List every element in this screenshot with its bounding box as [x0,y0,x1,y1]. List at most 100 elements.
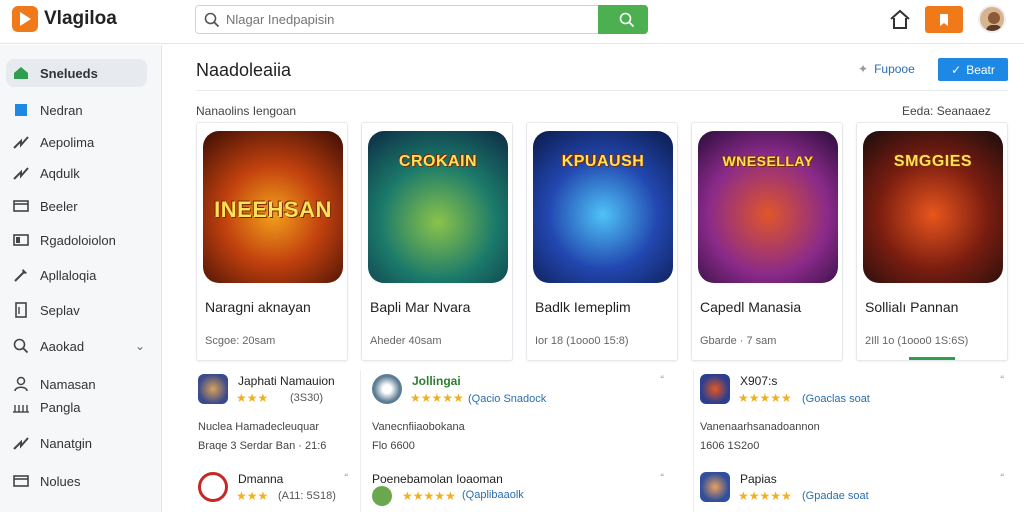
list-item-desc2: 1606 1S2o0 [700,440,760,452]
search-icon [12,337,30,355]
search-icon [619,12,635,27]
square-icon [12,101,30,119]
sidebar-item-label: Aepolima [40,134,95,150]
rating-stars: ★★★ [236,391,269,405]
list-item-desc: Vanenaarhsanadoannon [700,421,820,433]
search-input[interactable] [226,12,586,27]
game-card[interactable]: KPUAUSH Badlk Iemeplim Ior 18 (1ooo0 15:… [526,122,678,361]
list-item[interactable]: Japhati Namauion ★★★ (3S30) Nuclea Hamad… [198,374,348,452]
rating-stars: ★★★★★ [738,489,792,503]
rating-stars: ★★★★★ [410,391,464,405]
list-item[interactable]: Poenebamolan Ioaoman ★★★★★ (Qaplibaaolk … [372,472,672,512]
sidebar-item-4[interactable]: Beeler [6,192,147,220]
sidebar-item-label: Beeler [40,198,78,214]
list-item-desc2: Braqe 3 Serdar Ban · 21:6 [198,440,327,452]
game-art: CROKAIN [368,131,508,283]
game-icon [700,472,730,502]
game-name: Capedl Manasia [700,299,802,315]
section-label: Nanaolins Iengoan [196,104,297,118]
sidebar-item-label: Pangla [40,399,81,415]
app-logo[interactable]: Vlagiloa [12,6,117,32]
sidebar-item-label: Nolues [40,473,81,489]
progress-indicator [909,357,955,360]
list-item-meta: (3S30) [290,392,324,404]
filter-label: Fupooe [874,62,915,76]
game-card[interactable]: INEEHSAN Naragni aknayan Scgoe: 20sam [196,122,348,361]
bookmark-icon [940,13,948,26]
page-title: Naadoleaiia [196,60,292,80]
list-item-meta: (Goaclas soat [802,393,870,405]
sidebar-item-label: Nedran [40,102,83,118]
more-icon[interactable]: “ [660,472,664,484]
list-item[interactable]: Dmanna ★★★ (A11: 5S18) “ [198,472,348,512]
game-art-title: INEEHSAN [214,197,332,222]
list-item[interactable]: Papias ★★★★★ (Gpadae soat “ [700,472,1004,512]
search-icon [204,12,220,27]
list-item[interactable]: Jollingai ★★★★★ (Qacio Snadock Vanecnfii… [372,374,672,452]
more-icon[interactable]: “ [660,374,664,386]
list-item[interactable]: X907:s ★★★★★ (Goaclas soat Vanenaarhsana… [700,374,1004,452]
sidebar: Snelueds Nedran Aepolima Aqdulk Beeler R… [0,45,162,512]
sidebar-item-1[interactable]: Nedran [6,96,147,124]
notification-button[interactable] [925,6,963,33]
top-bar: Vlagiloa [0,0,1024,44]
game-card[interactable]: SMGGIES Sollialı Pannan 2Ill 1o (1ooo0 1… [856,122,1008,361]
chevron-down-icon[interactable]: ⌄ [135,339,145,353]
game-art-title: SMGGIES [893,153,973,170]
sidebar-item-11[interactable]: Nanatgin [6,429,147,457]
list-item-meta: (Qaplibaaolk [462,489,524,501]
sidebar-item-6[interactable]: Apllaloqia [6,261,147,289]
sidebar-item-7[interactable]: Seplav [6,296,147,324]
game-art: INEEHSAN [203,131,343,283]
avatar[interactable] [978,5,1006,33]
sidebar-item-8[interactable]: Aaokad ⌄ [6,332,147,360]
list-item-title: Poenebamolan Ioaoman [372,472,503,486]
arrow-icon [12,164,30,182]
list-item-meta: (A11: 5S18) [278,490,336,502]
game-art-title: KPUAUSH [561,153,645,170]
game-art-title: CROKAIN [398,153,478,170]
wand-icon [12,266,30,284]
doc-icon [12,301,30,319]
card-icon [12,472,30,490]
sidebar-item-10[interactable]: Pangla [6,393,147,421]
game-icon [198,374,228,404]
sidebar-item-home[interactable]: Snelueds [6,59,147,87]
game-art: SMGGIES [863,131,1003,283]
more-icon[interactable]: “ [1000,472,1004,484]
sidebar-item-5[interactable]: Rgadoloiolon [6,226,147,254]
game-name: Bapli Mar Nvara [370,299,471,315]
rating-stars: ★★★★★ [402,489,456,503]
user-icon [12,375,30,393]
game-meta: Scgoe: 20sam [205,335,276,347]
game-card[interactable]: CROKAIN Bapli Mar Nvara Aheder 40sam [361,122,513,361]
divider [196,90,1008,91]
sidebar-item-12[interactable]: Nolues [6,467,147,495]
rating-stars: ★★★ [236,489,269,503]
card-icon [12,197,30,215]
home-icon[interactable] [888,8,912,32]
section-sort[interactable]: Eeda: Seanaaez [902,104,991,118]
sidebar-item-label: Apllaloqia [40,267,97,283]
arrow-icon [12,434,30,452]
sidebar-item-label: Nanatgin [40,435,93,451]
search-button[interactable] [598,5,648,34]
more-icon[interactable]: “ [1000,374,1004,386]
list-item-meta: (Gpadae soat [802,490,869,502]
more-icon[interactable]: “ [344,472,348,484]
column-divider [360,370,361,512]
sidebar-item-label: Aaokad [40,338,85,354]
primary-button[interactable]: ✓ Beatr [938,58,1008,81]
sidebar-item-2[interactable]: Aepolima [6,128,147,156]
arrow-icon [12,133,30,151]
sidebar-item-label: Seplav [40,302,80,318]
filter-link[interactable]: ✦ Fupooe [858,62,915,76]
game-card[interactable]: WNESELLAY Capedl Manasia Gbarde · 7 sam [691,122,843,361]
app-name: Vlagiloa [44,8,117,29]
sidebar-item-3[interactable]: Aqdulk [6,159,147,187]
search-box[interactable] [195,5,648,34]
sidebar-item-label: Aqdulk [40,165,80,181]
list-item-title: Dmanna [238,472,284,486]
logo-icon [12,6,38,32]
sidebar-item-label: Snelueds [40,65,98,81]
